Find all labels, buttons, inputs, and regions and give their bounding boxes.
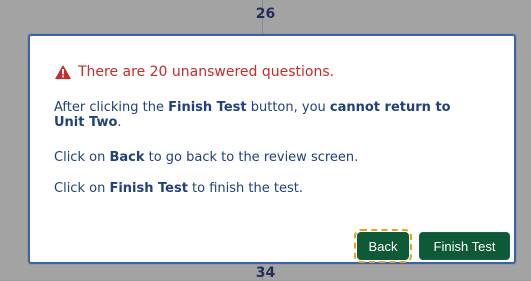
instruction-paragraph-1: After clicking the Finish Test button, y… [54,100,484,130]
paragraph-2-text-b: to go back to the review screen. [144,150,359,165]
paragraph-3-text-a: Click on [54,181,110,196]
paragraph-1-text-b: button, you [246,100,330,115]
paragraph-2-text-a: Click on [54,150,110,165]
paragraph-3-text-b: to finish the test. [187,181,303,196]
paragraph-1-period: . [117,115,122,130]
finish-test-button[interactable]: Finish Test [419,232,510,260]
back-button[interactable]: Back [354,229,412,263]
warning-icon [55,65,71,79]
confirmation-dialog: There are 20 unanswered questions. After… [28,34,516,264]
paragraph-1-text-a: After clicking the [54,100,169,115]
instruction-paragraph-2: Click on Back to go back to the review s… [54,150,484,165]
background-question-number-bottom: 34 [255,265,276,281]
background-question-number-top: 26 [255,6,276,22]
instruction-paragraph-3: Click on Finish Test to finish the test. [54,181,484,196]
paragraph-1-finish-test-label: Finish Test [168,100,247,115]
warning-row: There are 20 unanswered questions. [54,63,334,81]
paragraph-2-back-label: Back [109,150,145,165]
warning-message: There are 20 unanswered questions. [78,64,335,80]
paragraph-3-finish-test-label: Finish Test [109,181,188,196]
